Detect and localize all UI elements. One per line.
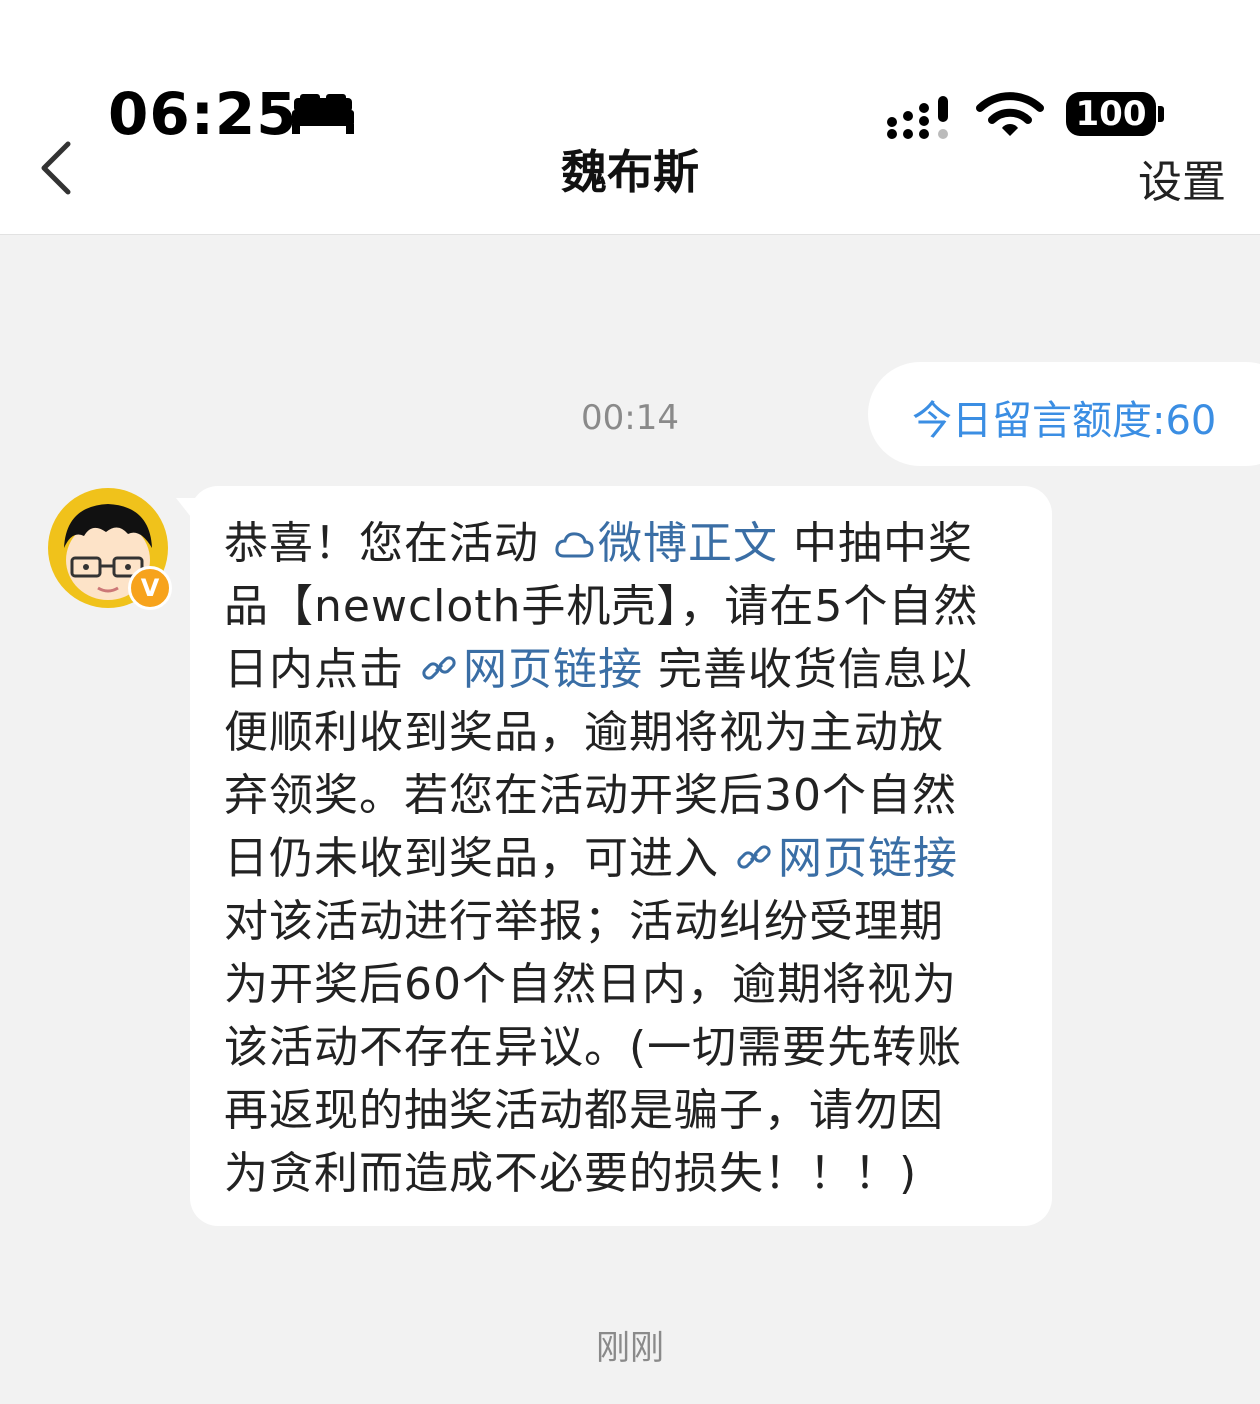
top-bar: 06:25 100 魏布斯 设置 xyxy=(0,0,1260,235)
message-line: 中抽中奖 xyxy=(778,518,973,569)
message-timestamp: 刚刚 xyxy=(596,1328,664,1368)
message-line: 完善收货信息以 xyxy=(643,644,973,695)
battery-cap xyxy=(1158,106,1164,122)
message-line: 品【newcloth手机壳】，请在5个自然 xyxy=(224,581,979,632)
wifi-icon xyxy=(976,92,1044,136)
web-link-label: 网页链接 xyxy=(463,644,643,695)
battery-icon: 100 xyxy=(1066,92,1156,136)
web-link[interactable]: 网页链接 xyxy=(419,644,643,695)
message-line: 恭喜！您在活动 xyxy=(224,518,554,569)
message-line: 日仍未收到奖品，可进入 xyxy=(224,833,734,884)
message-line: 为开奖后60个自然日内，逾期将视为 xyxy=(224,959,957,1010)
weibo-post-link[interactable]: 微博正文 xyxy=(554,518,778,569)
link-icon xyxy=(422,656,456,680)
signal-icon xyxy=(887,96,948,139)
message-line: 弃领奖。若您在活动开奖后30个自然 xyxy=(224,770,957,821)
bed-icon xyxy=(292,94,354,134)
message-text: 恭喜！您在活动 微博正文 中抽中奖 品【newcloth手机壳】，请在5个自然 … xyxy=(224,512,1024,1205)
message-line: 该活动不存在异议。(一切需要先转账 xyxy=(224,1022,963,1073)
web-link-label: 网页链接 xyxy=(778,833,958,884)
message-line: 为贪利而造成不必要的损失！！！) xyxy=(224,1148,918,1199)
message-line: 日内点击 xyxy=(224,644,419,695)
message-bubble: 恭喜！您在活动 微博正文 中抽中奖 品【newcloth手机壳】，请在5个自然 … xyxy=(190,486,1052,1226)
settings-button[interactable]: 设置 xyxy=(1138,146,1226,210)
web-link[interactable]: 网页链接 xyxy=(734,833,958,884)
weibo-icon xyxy=(555,532,594,558)
message-line: 对该活动进行举报；活动纠纷受理期 xyxy=(224,896,944,947)
message-line: 便顺利收到奖品，逾期将视为主动放 xyxy=(224,707,944,758)
link-icon xyxy=(737,845,771,869)
message-line: 再返现的抽奖活动都是骗子，请勿因 xyxy=(224,1085,944,1136)
weibo-post-link-label: 微博正文 xyxy=(598,518,778,569)
message-timestamp: 00:14 xyxy=(581,398,679,438)
page-title: 魏布斯 xyxy=(561,145,699,199)
verified-badge: V xyxy=(128,566,172,610)
